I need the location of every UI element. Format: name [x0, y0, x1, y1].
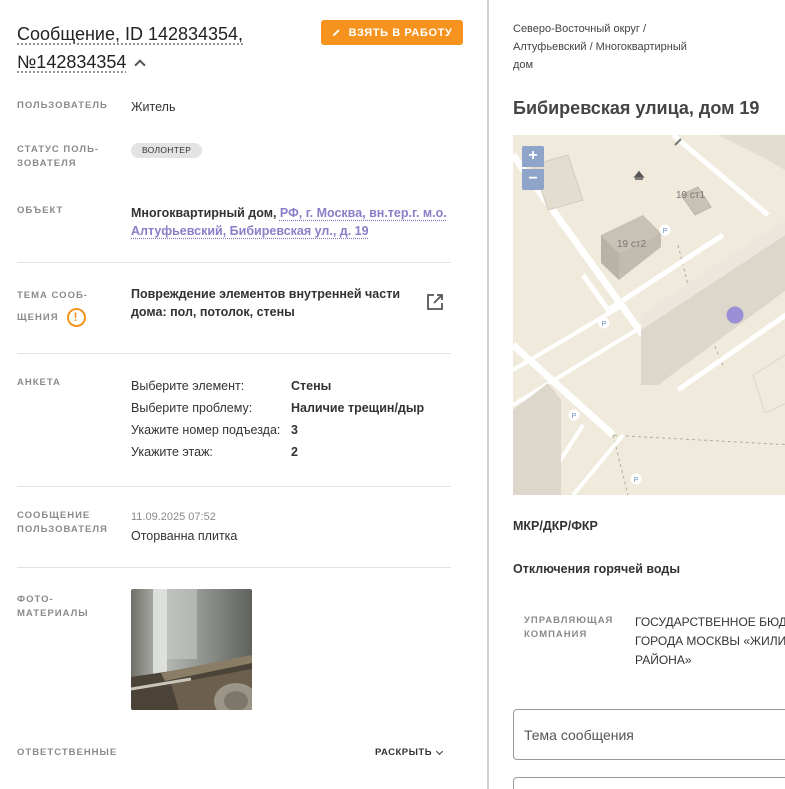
object-value: Многоквартирный дом, РФ, г. Москва, вн.т…: [131, 204, 451, 240]
breadcrumb-line-3: дом: [513, 59, 534, 71]
title-line-1[interactable]: Сообщение, ID 142834354,: [17, 24, 243, 44]
topic-value-line-2: дома: пол, потолок, стены: [131, 305, 295, 319]
mgmt-company-label: УПРАВЛЯЮЩАЯ КОМПАНИЯ: [524, 614, 613, 642]
user-message-date: 11.09.2025 07:52: [131, 511, 216, 523]
survey-row: Выберите проблему: Наличие трещин/дыр: [131, 397, 424, 419]
chevron-up-icon[interactable]: [134, 59, 147, 71]
svg-text:P: P: [634, 477, 639, 484]
district-type: МКР/ДКР/ФКР: [513, 519, 598, 533]
user-status-label-line-1: СТАТУС ПОЛЬ-: [17, 144, 100, 155]
photo-label-line-2: МАТЕРИАЛЫ: [17, 608, 89, 619]
expand-button[interactable]: РАСКРЫТЬ: [375, 747, 444, 758]
divider: [17, 262, 451, 263]
topic-label: ТЕМА СООБ- ЩЕНИЯ!: [17, 285, 88, 329]
address-title: Бибиревская улица, дом 19: [513, 98, 760, 118]
divider: [17, 567, 451, 568]
photo-image: [131, 589, 252, 710]
mgmt-company-line-2: ГОРОДА МОСКВЫ «ЖИЛИ: [635, 634, 785, 648]
user-label: ПОЛЬЗОВАТЕЛЬ: [17, 100, 108, 111]
survey-question: Выберите элемент:: [131, 379, 245, 393]
survey-row: Укажите этаж: 2: [131, 441, 424, 463]
user-message-label-line-2: ПОЛЬЗОВАТЕЛЯ: [17, 524, 108, 535]
user-message-label-line-1: СООБЩЕНИЕ: [17, 510, 91, 521]
parking-icon: P: [630, 473, 642, 485]
warning-icon: !: [66, 307, 86, 327]
survey-question: Укажите этаж:: [131, 445, 213, 459]
zoom-in-button[interactable]: +: [522, 146, 544, 167]
title-line-2[interactable]: №142834354: [17, 52, 126, 72]
external-link-icon[interactable]: [426, 293, 444, 311]
topic-label-line-1: ТЕМА СООБ-: [17, 290, 88, 301]
mgmt-company-line-1: ГОСУДАРСТВЕННОЕ БЮДЖ: [635, 615, 785, 629]
photo-label: ФОТО- МАТЕРИАЛЫ: [17, 593, 89, 621]
breadcrumb-line-1: Северо-Восточный округ /: [513, 23, 647, 35]
responsible-label: ОТВЕТСТВЕННЫЕ: [17, 747, 118, 758]
user-status-label-line-2: ЗОВАТЕЛЯ: [17, 158, 77, 169]
survey-answer: 3: [291, 423, 298, 437]
survey-question: Выберите проблему:: [131, 401, 253, 415]
mgmt-company-value: ГОСУДАРСТВЕННОЕ БЮДЖ ГОРОДА МОСКВЫ «ЖИЛИ…: [635, 613, 785, 670]
survey-row: Выберите элемент: Стены: [131, 375, 424, 397]
topic-value-line-1: Повреждение элементов внутренней части: [131, 287, 401, 301]
topic-input[interactable]: [513, 709, 785, 760]
svg-text:P: P: [572, 413, 577, 420]
object-address-link-2[interactable]: Алтуфьевский, Бибиревская ул., д. 19: [131, 224, 369, 238]
message-input[interactable]: [513, 777, 785, 789]
breadcrumb-line-2: Алтуфьевский / Многоквартирный: [513, 41, 687, 53]
mgmt-company-line-3: РАЙОНА»: [635, 653, 692, 667]
page-title: Сообщение, ID 142834354, №142834354: [17, 20, 307, 76]
message-panel: Сообщение, ID 142834354, №142834354 ВЗЯТ…: [0, 0, 488, 789]
take-to-work-button[interactable]: ВЗЯТЬ В РАБОТУ: [321, 20, 463, 45]
user-message-label: СООБЩЕНИЕ ПОЛЬЗОВАТЕЛЯ: [17, 509, 108, 537]
parking-icon: P: [659, 224, 671, 236]
photo-label-line-1: ФОТО-: [17, 594, 54, 605]
object-address-link-1[interactable]: РФ, г. Москва, вн.тер.г. м.о.: [280, 206, 447, 220]
mgmt-company-label-line-1: УПРАВЛЯЮЩАЯ: [524, 615, 614, 626]
parking-icon: P: [568, 409, 580, 421]
survey-answer: 2: [291, 445, 298, 459]
user-status-label: СТАТУС ПОЛЬ- ЗОВАТЕЛЯ: [17, 143, 99, 171]
survey-question: Укажите номер подъезда:: [131, 423, 281, 437]
map-building-label-2: 19 ст2: [617, 239, 646, 250]
divider: [17, 353, 451, 354]
pencil-icon: [332, 29, 340, 37]
status-badge: ВОЛОНТЕР: [131, 143, 203, 158]
hot-water-link[interactable]: Отключения горячей воды: [513, 562, 680, 576]
zoom-out-button[interactable]: −: [522, 169, 544, 190]
expand-label: РАСКРЫТЬ: [375, 747, 433, 758]
survey-answer: Стены: [291, 379, 332, 393]
mgmt-company-label-line-2: КОМПАНИЯ: [524, 629, 588, 640]
photo-thumbnail[interactable]: [131, 589, 252, 710]
survey-row: Укажите номер подъезда: 3: [131, 419, 424, 441]
svg-text:P: P: [663, 228, 668, 235]
object-type: Многоквартирный дом,: [131, 206, 280, 220]
survey-answer: Наличие трещин/дыр: [291, 401, 425, 415]
take-to-work-label: ВЗЯТЬ В РАБОТУ: [348, 26, 453, 39]
user-message-text: Оторванна плитка: [131, 529, 238, 543]
map[interactable]: 19 ст2 19 ст1 P P P P + −: [513, 135, 785, 495]
topic-value: Повреждение элементов внутренней части д…: [131, 285, 411, 321]
map-building-label-1: 19 ст1: [676, 190, 705, 201]
user-value: Житель: [131, 100, 176, 114]
divider: [17, 486, 451, 487]
svg-text:P: P: [602, 321, 607, 328]
survey-label: АНКЕТА: [17, 377, 61, 388]
survey-table: Выберите элемент: Стены Выберите проблем…: [131, 375, 424, 463]
chevron-down-icon: [436, 747, 444, 755]
breadcrumb: Северо-Восточный округ / Алтуфьевский / …: [513, 20, 733, 74]
object-label: ОБЪЕКТ: [17, 205, 64, 216]
topic-label-line-2: ЩЕНИЯ: [17, 312, 59, 323]
location-marker[interactable]: [726, 306, 744, 324]
map-canvas: 19 ст2 19 ст1 P P P P: [513, 135, 785, 495]
parking-icon: P: [598, 317, 610, 329]
location-panel: Северо-Восточный округ / Алтуфьевский / …: [489, 0, 785, 789]
